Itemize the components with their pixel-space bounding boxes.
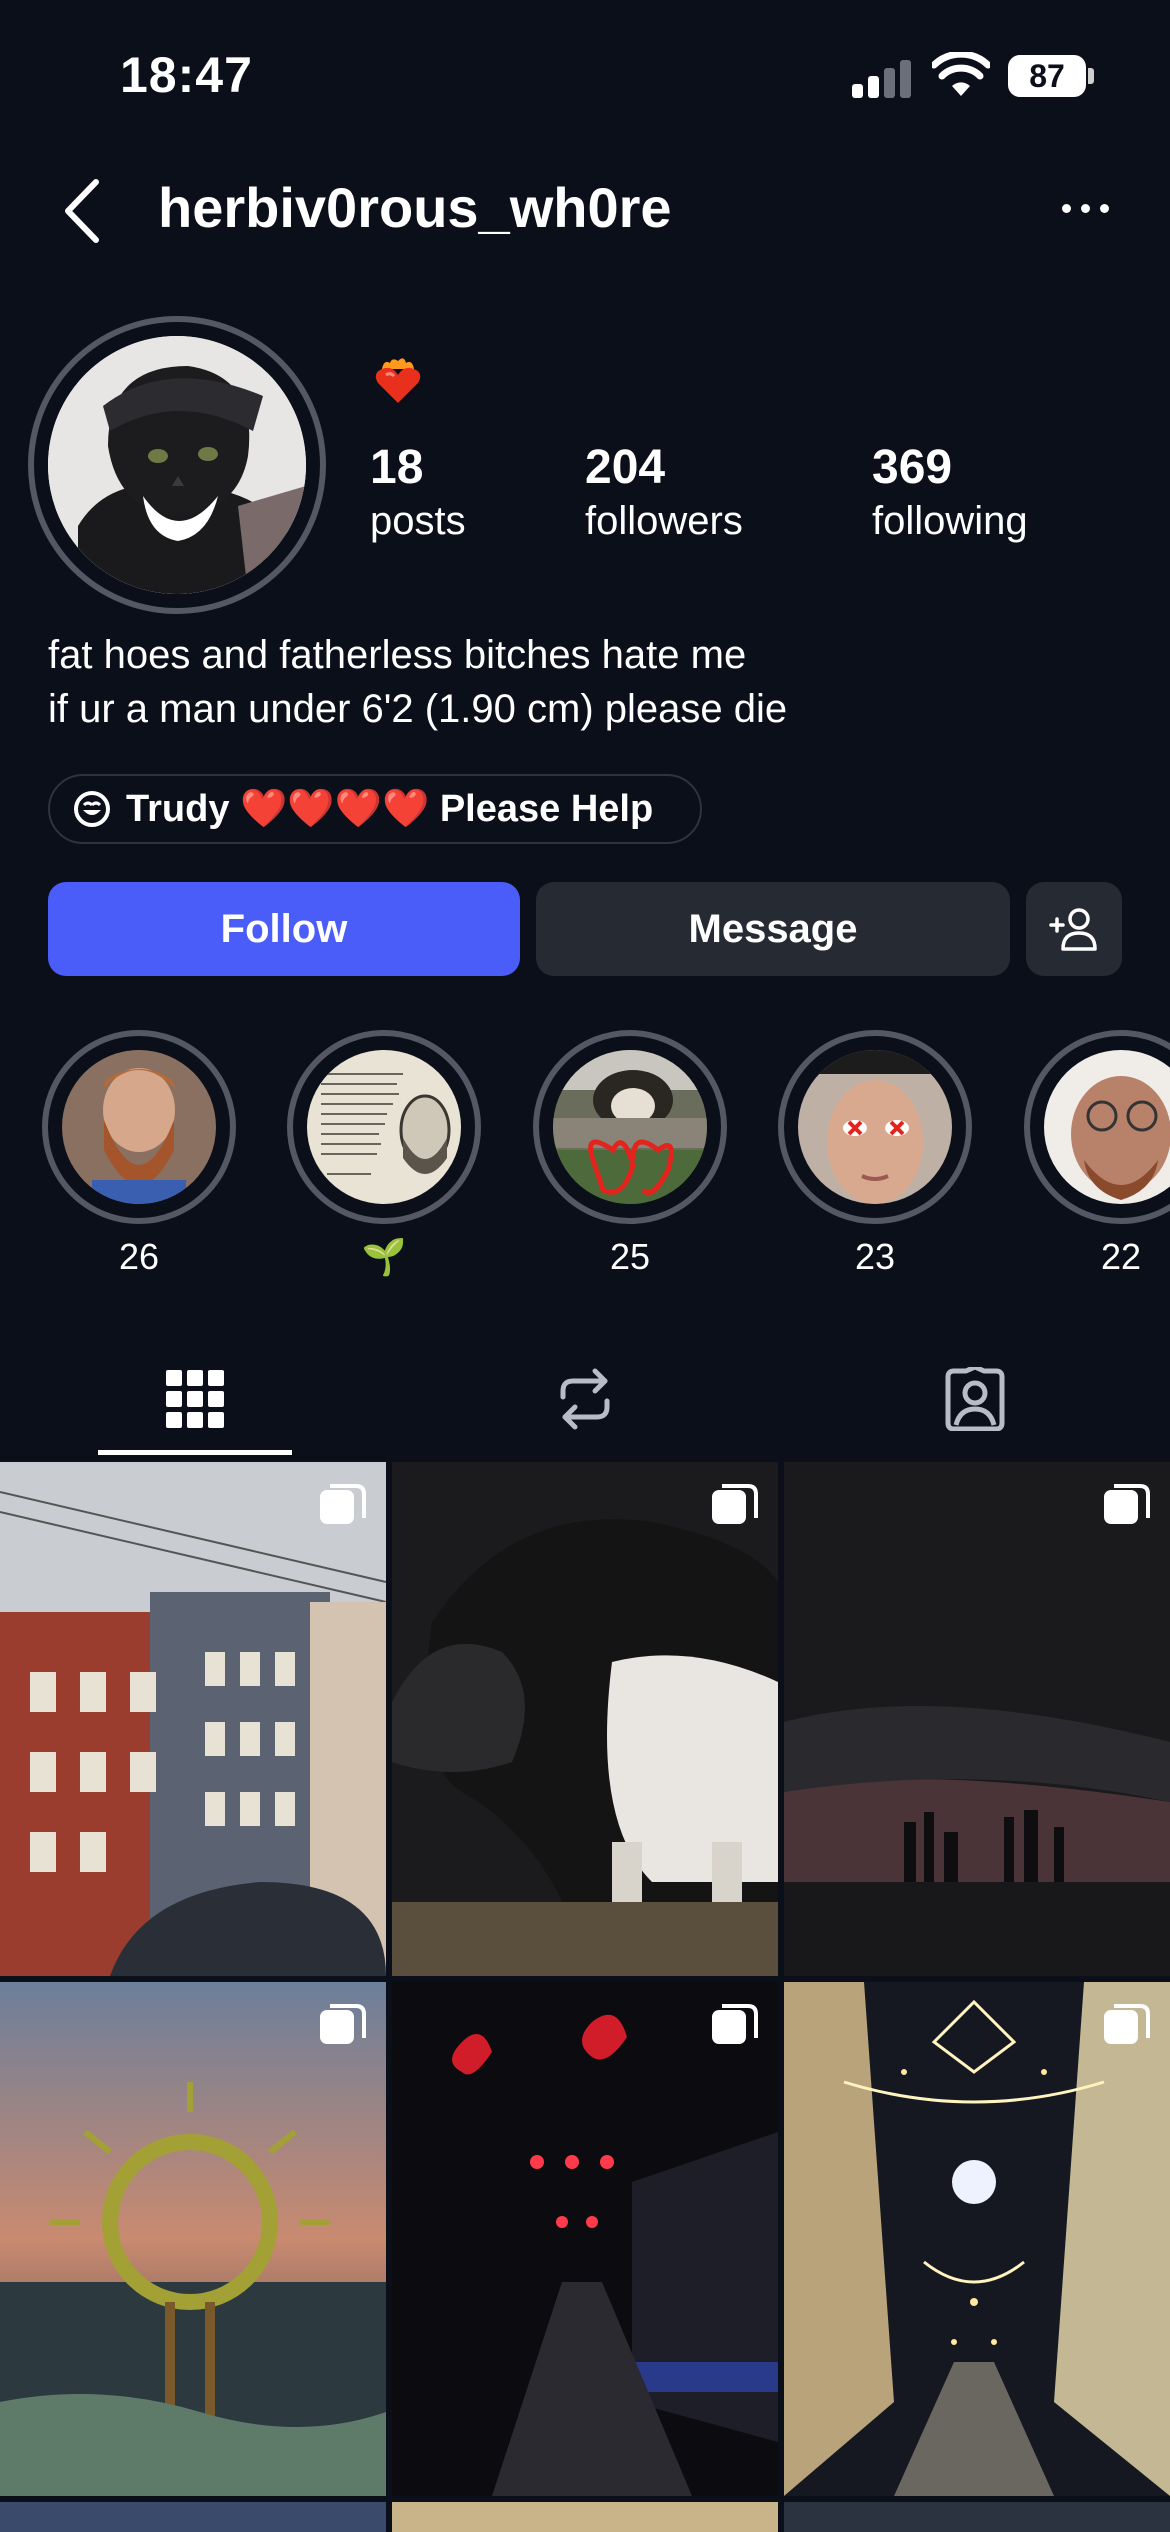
post-thumbnail[interactable] — [0, 2502, 386, 2532]
story-highlight[interactable]: 🌱 — [287, 1030, 481, 1278]
highlight-cover — [307, 1050, 461, 1204]
avatar[interactable] — [48, 336, 306, 594]
multiple-posts-icon — [320, 1484, 366, 1524]
story-highlight[interactable]: 25 — [533, 1030, 727, 1278]
heart-on-fire-icon[interactable] — [372, 355, 424, 407]
wifi-icon — [932, 52, 990, 96]
highlight-caption: 22 — [1100, 1236, 1142, 1277]
highlight-ring — [1024, 1030, 1170, 1224]
post-thumbnail[interactable] — [784, 1462, 1170, 1976]
post-thumbnail[interactable] — [392, 1462, 778, 1976]
add-user-icon — [1049, 908, 1097, 951]
tab-grid[interactable] — [98, 1340, 292, 1458]
stat-label: following — [872, 499, 1028, 543]
profile-tabs — [0, 1340, 1170, 1458]
highlight-caption: 26 — [118, 1236, 160, 1277]
multiple-posts-icon — [1104, 1484, 1150, 1524]
post-thumbnail[interactable] — [784, 1982, 1170, 2496]
battery-cap — [1088, 68, 1094, 84]
post-thumbnail[interactable] — [392, 2502, 778, 2532]
grid-icon — [166, 1370, 224, 1428]
tab-reposts[interactable] — [488, 1340, 682, 1458]
stat-value: 204 — [585, 441, 666, 494]
post-thumbnail[interactable] — [392, 1982, 778, 2496]
bio-line: fat hoes and fatherless bitches hate me — [48, 633, 747, 677]
highlight-ring — [42, 1030, 236, 1224]
tagged-icon — [945, 1367, 1005, 1431]
highlight-cover — [1044, 1050, 1170, 1204]
story-highlight[interactable]: 22 — [1024, 1030, 1170, 1278]
status-bar: 18:47 87 — [0, 0, 1170, 150]
channel-icon — [74, 791, 110, 827]
post-thumbnail[interactable] — [0, 1462, 386, 1976]
story-highlight[interactable]: 23 — [778, 1030, 972, 1278]
profile-bio: fat hoes and fatherless bitches hate me … — [48, 628, 787, 736]
clock: 18:47 — [120, 47, 253, 103]
stat-value: 369 — [872, 441, 953, 494]
highlight-ring — [533, 1030, 727, 1224]
stat-followers[interactable]: 204 followers — [585, 440, 743, 546]
multiple-posts-icon — [320, 2004, 366, 2044]
stat-posts[interactable]: 18 posts — [370, 440, 466, 546]
multiple-posts-icon — [1104, 2004, 1150, 2044]
battery-icon: 87 — [1008, 55, 1086, 97]
stat-label: followers — [585, 499, 743, 543]
add-user-button[interactable] — [1026, 882, 1122, 976]
highlight-cover — [553, 1050, 707, 1204]
stat-following[interactable]: 369 following — [872, 440, 1028, 546]
highlight-caption: 25 — [609, 1236, 651, 1277]
stat-value: 18 — [370, 441, 424, 494]
highlight-ring — [287, 1030, 481, 1224]
highlight-ring — [778, 1030, 972, 1224]
bio-line: if ur a man under 6'2 (1.90 cm) please d… — [48, 687, 788, 731]
repost-icon — [560, 1368, 610, 1430]
tab-tagged[interactable] — [878, 1340, 1072, 1458]
story-highlight[interactable]: 26 — [42, 1030, 236, 1278]
cellular-signal-icon — [852, 58, 916, 98]
follow-button[interactable]: Follow — [48, 882, 520, 976]
highlight-caption: 23 — [854, 1236, 896, 1277]
stat-label: posts — [370, 499, 466, 543]
more-horizontal-icon[interactable] — [1060, 192, 1112, 222]
profile-header: herbiv0rous_wh0re — [0, 150, 1170, 260]
profile-username: herbiv0rous_wh0re — [158, 176, 672, 239]
highlight-cover — [62, 1050, 216, 1204]
multiple-posts-icon — [712, 2004, 758, 2044]
highlight-cover — [798, 1050, 952, 1204]
chevron-left-icon[interactable] — [58, 176, 108, 246]
post-thumbnail[interactable] — [0, 1982, 386, 2496]
multiple-posts-icon — [712, 1484, 758, 1524]
channel-label: Trudy ❤️❤️❤️❤️ Please Help — [126, 788, 654, 830]
message-button[interactable]: Message — [536, 882, 1010, 976]
active-tab-indicator — [98, 1450, 292, 1455]
post-thumbnail[interactable] — [784, 2502, 1170, 2532]
broadcast-channel-pill[interactable]: Trudy ❤️❤️❤️❤️ Please Help — [48, 774, 702, 844]
highlight-caption: 🌱 — [361, 1236, 407, 1277]
